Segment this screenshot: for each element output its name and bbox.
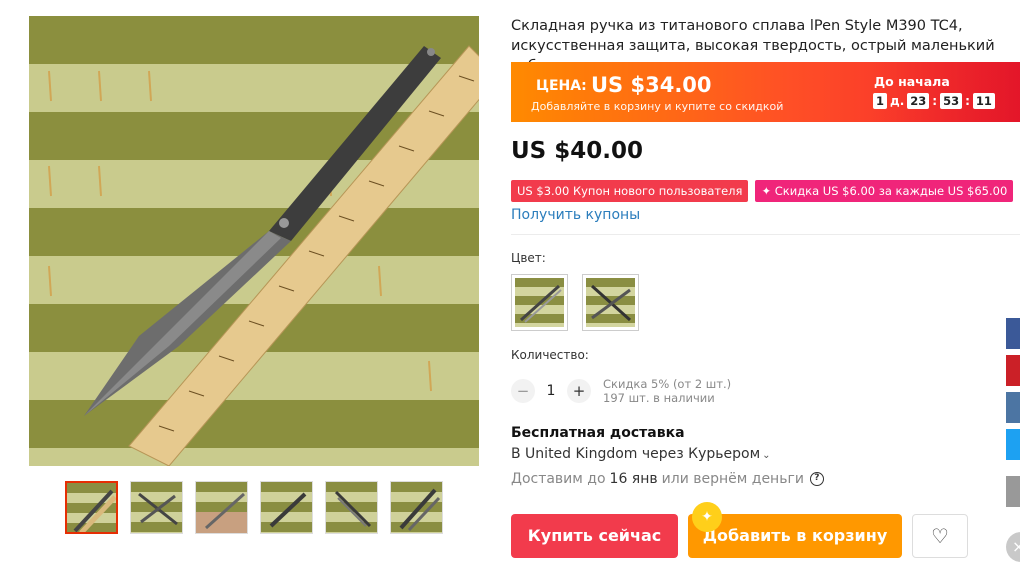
thumbnail-2[interactable] — [130, 481, 183, 534]
buy-now-button[interactable]: Купить сейчас — [511, 514, 678, 558]
promo-price-value: US $34.00 — [591, 73, 712, 97]
quantity-increase-button[interactable]: + — [567, 379, 591, 403]
coupon-store-discount[interactable]: ✦ Скидка US $6.00 за каждые US $65.00 — [755, 180, 1014, 202]
promo-decoration — [870, 62, 1020, 122]
stock-text: 197 шт. в наличии — [603, 391, 715, 405]
color-option-1[interactable] — [511, 274, 568, 331]
thumbnail-4[interactable] — [260, 481, 313, 534]
thumbnail-5[interactable] — [325, 481, 378, 534]
add-to-cart-label: Добавить в корзину — [702, 526, 888, 545]
promo-subtitle: Добавляйте в корзину и купите со скидкой — [531, 100, 784, 113]
sparkle-icon: ✦ — [692, 502, 722, 532]
countdown-days-unit: д. — [890, 94, 905, 108]
shipping-title: Бесплатная доставка — [511, 425, 685, 441]
bulk-discount-text: Скидка 5% (от 2 шт.) — [603, 377, 732, 391]
color-label: Цвет: — [511, 251, 546, 265]
quantity-label: Количество: — [511, 348, 589, 362]
promo-price-label: ЦЕНА: — [536, 78, 587, 94]
countdown-days: 1 — [873, 93, 888, 109]
eta-date: 16 янв — [609, 471, 658, 487]
quantity-decrease-button[interactable]: − — [511, 379, 535, 403]
twitter-share-icon[interactable] — [1006, 429, 1020, 460]
countdown-hours: 23 — [907, 93, 930, 109]
add-to-cart-button[interactable]: ✦ Добавить в корзину — [688, 502, 902, 558]
coupon-new-user[interactable]: US $3.00 Купон нового пользователя — [511, 180, 749, 202]
product-price: US $40.00 — [511, 138, 644, 164]
thumbnail-strip — [65, 481, 443, 534]
thumbnail-1[interactable] — [65, 481, 118, 534]
help-icon[interactable]: ? — [809, 472, 824, 486]
wishlist-button[interactable]: ♡ — [912, 514, 968, 558]
countdown-label: До начала — [874, 74, 950, 89]
pinterest-share-icon[interactable] — [1006, 355, 1020, 386]
shipping-destination[interactable]: В United Kingdom через Курьером ⌄ — [511, 446, 771, 462]
color-swatches — [511, 274, 639, 331]
share-more-icon[interactable] — [1006, 476, 1020, 507]
main-product-image[interactable] — [29, 16, 479, 466]
quantity-stepper: − 1 + Скидка 5% (от 2 шт.) 197 шт. в нал… — [511, 377, 731, 405]
countdown-separator: : — [932, 94, 938, 108]
close-icon[interactable]: × — [1006, 532, 1020, 562]
vk-share-icon[interactable] — [1006, 392, 1020, 423]
facebook-share-icon[interactable] — [1006, 318, 1020, 349]
divider — [511, 234, 1020, 235]
countdown-seconds: 11 — [972, 93, 995, 109]
shipping-destination-text: В United Kingdom через Курьером — [511, 446, 761, 462]
eta-prefix: Доставим до — [511, 471, 606, 487]
thumbnail-3[interactable] — [195, 481, 248, 534]
heart-icon: ♡ — [931, 524, 949, 548]
countdown-timer: 1 д. 23 : 53 : 11 — [873, 93, 995, 109]
get-coupons-link[interactable]: Получить купоны — [511, 207, 640, 223]
countdown-minutes: 53 — [940, 93, 963, 109]
promo-banner: ЦЕНА: US $34.00 Добавляйте в корзину и к… — [511, 62, 1020, 122]
shipping-eta: Доставим до 16 янв или вернём деньги ? — [511, 471, 824, 487]
thumbnail-6[interactable] — [390, 481, 443, 534]
quantity-info: Скидка 5% (от 2 шт.) 197 шт. в наличии — [603, 377, 731, 405]
quantity-value[interactable]: 1 — [535, 383, 567, 399]
countdown-separator: : — [965, 94, 970, 108]
chevron-down-icon: ⌄ — [762, 450, 771, 461]
coupon-list: US $3.00 Купон нового пользователя ✦ Ски… — [511, 180, 1014, 202]
eta-suffix: или вернём деньги — [661, 471, 804, 487]
color-option-2[interactable] — [582, 274, 639, 331]
